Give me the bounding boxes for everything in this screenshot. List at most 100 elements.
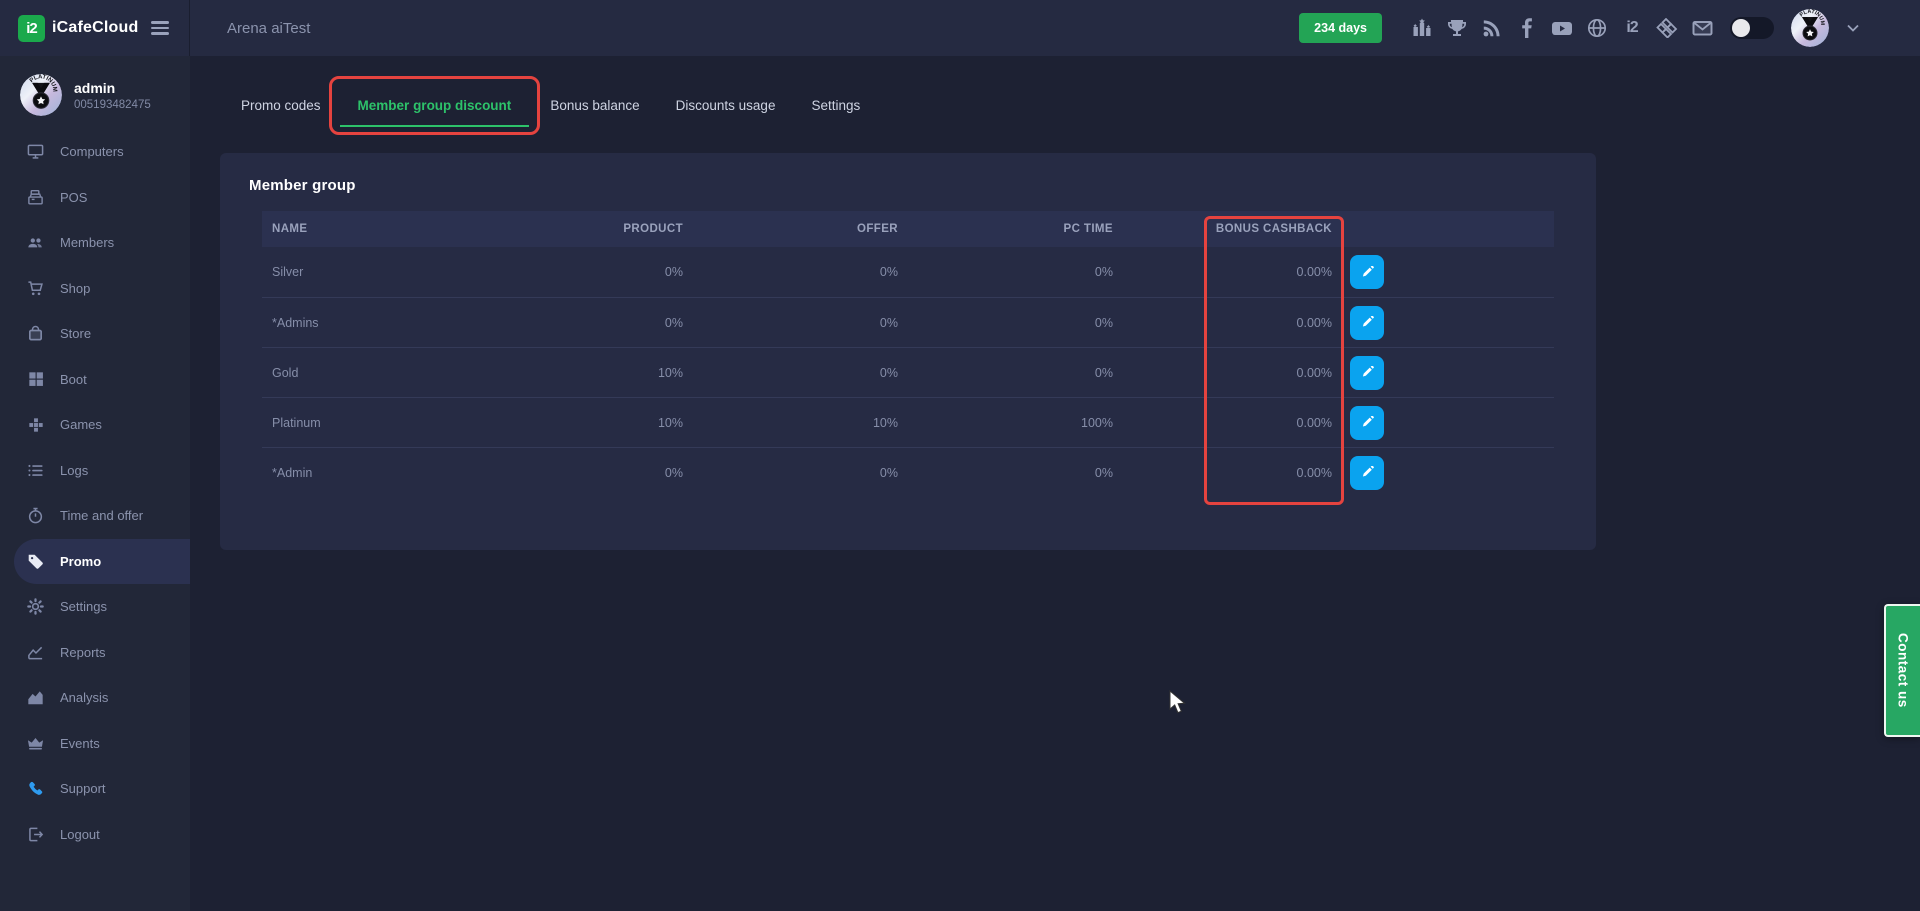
sidebar-item-shop[interactable]: Shop [0,266,190,312]
cell-pc-time: 0% [898,316,1113,330]
sidebar-item-label: POS [60,190,87,205]
sidebar-item-label: Games [60,417,102,432]
toggle-knob [1732,19,1750,37]
cell-product: 10% [543,416,683,430]
active-tab-underline [340,125,530,127]
sidebar-item-boot[interactable]: Boot [0,357,190,403]
topbar-actions: 234 days i2 [1299,9,1920,47]
pencil-icon [1361,366,1374,379]
sidebar-item-label: Events [60,736,100,751]
table-row: *Admin 0% 0% 0% 0.00% [262,447,1554,497]
sidebar-item-support[interactable]: Support [0,766,190,812]
tab-bar: Promo codes Member group discount Bonus … [241,76,1920,135]
tab-promo-codes[interactable]: Promo codes [241,98,321,113]
main-content: Promo codes Member group discount Bonus … [190,56,1920,911]
area-chart-icon [27,689,44,706]
globe-icon[interactable] [1586,17,1608,39]
edit-row-button[interactable] [1350,406,1384,440]
sidebar-item-pos[interactable]: POS [0,175,190,221]
edit-row-button[interactable] [1350,306,1384,340]
sidebar-item-settings[interactable]: Settings [0,584,190,630]
table-row: Gold 10% 0% 0% 0.00% [262,347,1554,397]
list-icon [27,462,44,479]
cell-name: *Admins [262,316,543,330]
panel-title: Member group [220,153,1596,194]
sidebar-nav: Computers POS Members Shop Store Boot Ga… [0,129,190,857]
theme-toggle[interactable] [1730,17,1774,39]
tab-member-group-discount[interactable]: Member group discount [358,98,512,113]
sidebar-item-label: Reports [60,645,106,660]
cell-bonus-cashback: 0.00% [1113,265,1332,279]
cell-pc-time: 0% [898,366,1113,380]
edit-row-button[interactable] [1350,255,1384,289]
sidebar-item-label: Settings [60,599,107,614]
facebook-icon[interactable] [1516,17,1538,39]
sidebar-item-members[interactable]: Members [0,220,190,266]
sidebar-item-reports[interactable]: Reports [0,630,190,676]
topbar: i2 iCafeCloud Arena aiTest 234 days i2 [0,0,1920,56]
sidebar-item-games[interactable]: Games [0,402,190,448]
ranking-icon[interactable] [1411,17,1433,39]
pencil-icon [1361,416,1374,429]
pencil-icon [1361,266,1374,279]
contact-us-button[interactable]: Contact us [1884,604,1920,737]
cell-offer: 0% [683,466,898,480]
tab-settings[interactable]: Settings [811,98,860,113]
table-header-row: NAME PRODUCT OFFER PC TIME BONUS CASHBAC… [262,211,1554,247]
rss-icon[interactable] [1481,17,1503,39]
people-icon [27,234,44,251]
cell-offer: 0% [683,265,898,279]
sidebar-item-label: Members [60,235,114,250]
cell-bonus-cashback: 0.00% [1113,316,1332,330]
cell-bonus-cashback: 0.00% [1113,466,1332,480]
logout-icon [27,826,44,843]
member-group-panel: Member group NAME PRODUCT OFFER PC TIME … [220,153,1596,550]
sidebar-item-label: Store [60,326,91,341]
sidebar-user-block: PLATINUM admin 005193482475 [0,56,190,116]
sidebar-item-events[interactable]: Events [0,721,190,767]
icafe-i2-icon[interactable]: i2 [1621,17,1643,39]
layers-icon[interactable] [1656,17,1678,39]
cell-pc-time: 0% [898,265,1113,279]
sidebar-item-analysis[interactable]: Analysis [0,675,190,721]
cell-name: Silver [262,265,543,279]
cart-icon [27,280,44,297]
subscription-days-badge[interactable]: 234 days [1299,13,1382,43]
cell-bonus-cashback: 0.00% [1113,416,1332,430]
cell-offer: 0% [683,316,898,330]
tab-bonus-balance[interactable]: Bonus balance [550,98,639,113]
sidebar-item-label: Analysis [60,690,108,705]
pencil-icon [1361,316,1374,329]
cell-product: 10% [543,366,683,380]
sidebar-item-label: Logout [60,827,100,842]
sidebar-item-logout[interactable]: Logout [0,812,190,858]
mail-icon[interactable] [1691,17,1713,39]
brand-name: iCafeCloud [52,19,138,37]
bag-icon [27,325,44,342]
sidebar-item-computers[interactable]: Computers [0,129,190,175]
chevron-down-icon[interactable] [1842,17,1864,39]
hamburger-menu-icon[interactable] [147,17,173,39]
edit-row-button[interactable] [1350,356,1384,390]
sidebar-item-time-and-offer[interactable]: Time and offer [0,493,190,539]
sidebar-item-store[interactable]: Store [0,311,190,357]
trophy-icon[interactable] [1446,17,1468,39]
cell-pc-time: 0% [898,466,1113,480]
sidebar-item-label: Shop [60,281,90,296]
sidebar-item-label: Computers [60,144,124,159]
gamepad-icon [27,416,44,433]
user-avatar[interactable]: PLATINUM [1791,9,1829,47]
youtube-icon[interactable] [1551,17,1573,39]
sidebar-item-logs[interactable]: Logs [0,448,190,494]
cell-offer: 0% [683,366,898,380]
cell-offer: 10% [683,416,898,430]
column-header-pc-time: PC TIME [898,223,1113,235]
sidebar-user-avatar[interactable]: PLATINUM [20,74,62,116]
sidebar-item-promo[interactable]: Promo [14,539,190,585]
cell-product: 0% [543,316,683,330]
user-name: admin [74,80,151,96]
tab-discounts-usage[interactable]: Discounts usage [676,98,776,113]
edit-row-button[interactable] [1350,456,1384,490]
cell-name: Gold [262,366,543,380]
line-chart-icon [27,644,44,661]
